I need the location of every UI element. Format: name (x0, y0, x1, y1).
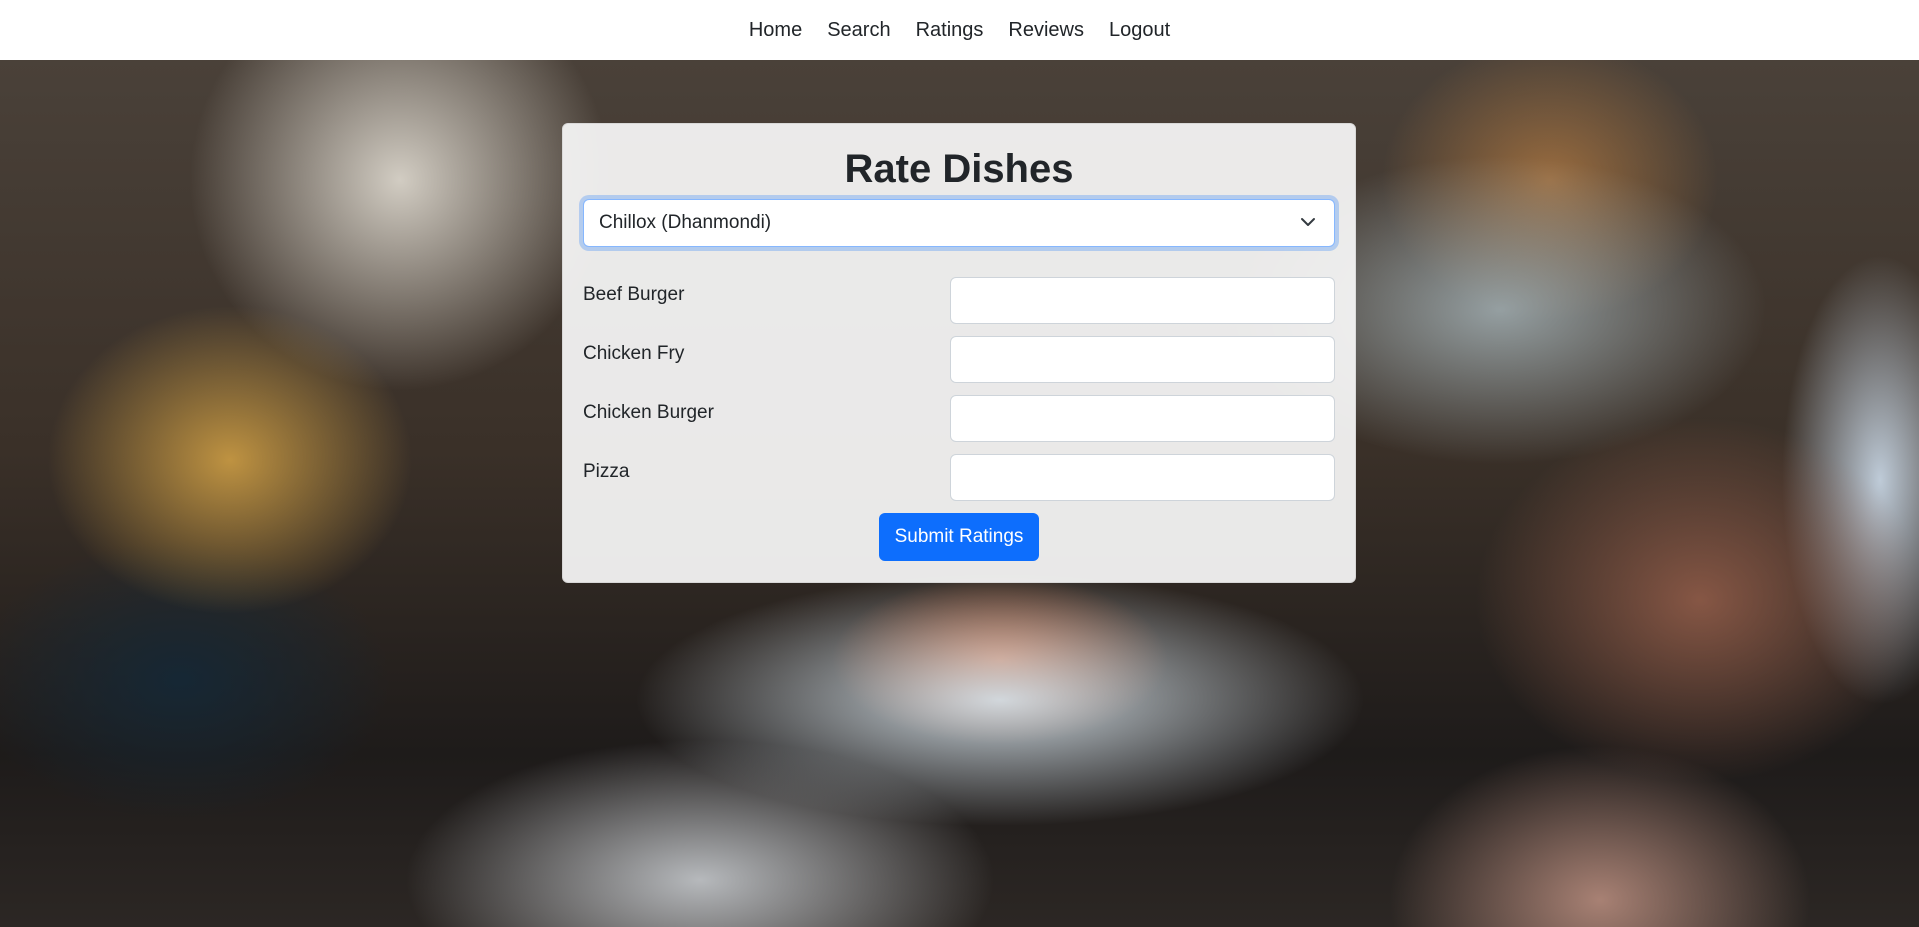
beef-burger-rating-input[interactable] (949, 277, 1335, 324)
chevron-down-icon (1301, 218, 1315, 226)
nav-link-logout[interactable]: Logout (1109, 19, 1170, 42)
page-title: Rate Dishes (844, 147, 1074, 191)
dish-label: Beef Burger (583, 284, 685, 305)
nav-link-ratings[interactable]: Ratings (916, 19, 984, 42)
dish-label: Chicken Fry (583, 343, 685, 364)
dish-rating-list: Beef Burger Chicken Fry Chicken Burger P… (583, 277, 1335, 501)
dish-row-chicken-fry: Chicken Fry (583, 336, 1335, 383)
nav-link-home[interactable]: Home (749, 19, 802, 42)
nav-link-search[interactable]: Search (827, 19, 890, 42)
submit-ratings-button[interactable]: Submit Ratings (878, 513, 1040, 561)
chicken-burger-rating-input[interactable] (949, 395, 1335, 442)
restaurant-select-value: Chillox (Dhanmondi) (599, 212, 772, 233)
chicken-fry-rating-input[interactable] (949, 336, 1335, 383)
dish-row-pizza: Pizza (583, 454, 1335, 501)
restaurant-select[interactable]: Chillox (Dhanmondi) (583, 199, 1335, 247)
dish-row-chicken-burger: Chicken Burger (583, 395, 1335, 442)
submit-wrapper: Submit Ratings (583, 513, 1335, 561)
dish-row-beef-burger: Beef Burger (583, 277, 1335, 324)
nav-link-reviews[interactable]: Reviews (1008, 19, 1084, 42)
pizza-rating-input[interactable] (949, 454, 1335, 501)
rating-form-card: Rate Dishes Chillox (Dhanmondi) Beef Bur… (562, 123, 1356, 583)
dish-label: Chicken Burger (583, 402, 714, 423)
top-navbar: Home Search Ratings Reviews Logout (0, 0, 1919, 60)
dish-label: Pizza (583, 461, 630, 482)
